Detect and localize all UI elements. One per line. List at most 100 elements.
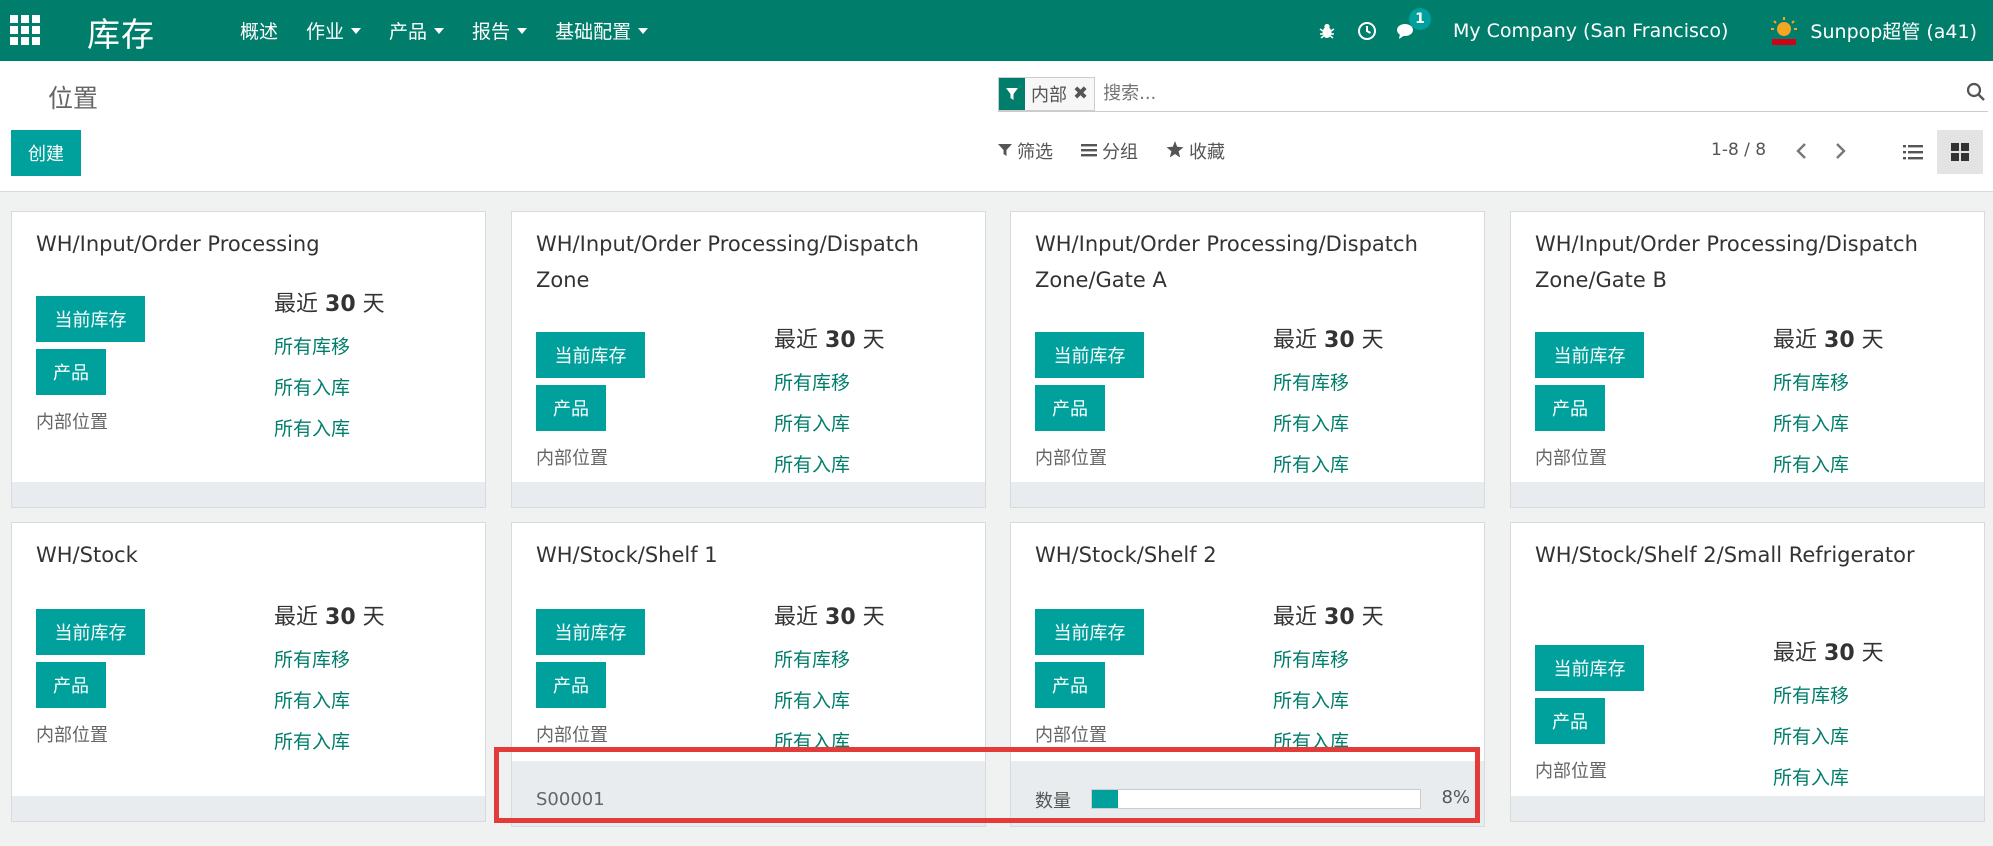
all-moves-link[interactable]: 所有库移 <box>1773 681 1849 708</box>
recent-days: 30 <box>825 605 856 630</box>
all-moves-link[interactable]: 所有库移 <box>774 368 850 395</box>
menu-operations[interactable]: 作业 <box>292 17 375 44</box>
pager-previous-icon[interactable] <box>1786 133 1816 169</box>
kanban-card[interactable]: WH/Stock 当前库存 产品 内部位置 最近 30 天 所有库移 所有入库 … <box>11 522 486 822</box>
menu-configuration-label: 基础配置 <box>555 21 632 43</box>
recent-prefix: 最近 <box>1273 328 1318 353</box>
recent-suffix: 天 <box>1361 605 1384 630</box>
kanban-card[interactable]: WH/Stock/Shelf 2 当前库存 产品 内部位置 最近 30 天 所有… <box>1010 522 1485 827</box>
current-stock-button[interactable]: 当前库存 <box>1035 332 1144 378</box>
filters-dropdown-button[interactable]: 筛选 <box>998 138 1053 164</box>
current-stock-button[interactable]: 当前库存 <box>1035 609 1144 655</box>
current-stock-button[interactable]: 当前库存 <box>536 609 645 655</box>
list-bars-icon <box>1081 142 1097 161</box>
all-moves-link[interactable]: 所有库移 <box>1273 368 1349 395</box>
kanban-card[interactable]: WH/Input/Order Processing/Dispatch Zone/… <box>1510 211 1985 508</box>
all-receipts-link[interactable]: 所有入库 <box>774 727 850 754</box>
main-menu: 概述 作业 产品 报告 基础配置 <box>226 0 662 61</box>
menu-configuration[interactable]: 基础配置 <box>541 17 662 44</box>
current-stock-button[interactable]: 当前库存 <box>36 296 145 342</box>
all-moves-link[interactable]: 所有库移 <box>1773 368 1849 395</box>
debug-bug-icon[interactable] <box>1307 0 1347 61</box>
current-stock-button[interactable]: 当前库存 <box>1535 332 1644 378</box>
all-moves-link[interactable]: 所有库移 <box>774 645 850 672</box>
recent-period-heading: 最近 30 天 <box>274 286 385 318</box>
kanban-card[interactable]: WH/Input/Order Processing/Dispatch Zone/… <box>1010 211 1485 508</box>
products-button[interactable]: 产品 <box>1535 385 1605 431</box>
all-receipts-link[interactable]: 所有入库 <box>1273 450 1349 477</box>
filter-funnel-icon <box>999 77 1025 110</box>
menu-reporting-label: 报告 <box>472 21 511 43</box>
all-receipts-link[interactable]: 所有入库 <box>274 686 350 713</box>
card-footer: S00001 <box>512 761 985 826</box>
all-receipts-link[interactable]: 所有入库 <box>1773 450 1849 477</box>
menu-reporting[interactable]: 报告 <box>458 17 541 44</box>
app-title: 库存 <box>87 15 155 54</box>
all-receipts-link[interactable]: 所有入库 <box>774 409 850 436</box>
apps-grid-icon[interactable] <box>10 15 40 45</box>
recent-suffix: 天 <box>1861 328 1884 353</box>
products-button[interactable]: 产品 <box>36 349 106 395</box>
kanban-card[interactable]: WH/Stock/Shelf 2/Small Refrigerator 当前库存… <box>1510 522 1985 822</box>
avatar <box>1768 15 1800 47</box>
all-receipts-link[interactable]: 所有入库 <box>274 414 350 441</box>
user-name: Sunpop超管 (a41) <box>1810 21 1977 43</box>
facet-remove-button[interactable]: ✖ <box>1071 78 1094 110</box>
kanban-card[interactable]: WH/Stock/Shelf 1 当前库存 产品 内部位置 最近 30 天 所有… <box>511 522 986 827</box>
kanban-view: WH/Input/Order Processing 当前库存 产品 内部位置 最… <box>0 193 1993 846</box>
all-receipts-link[interactable]: 所有入库 <box>274 373 350 400</box>
card-title: WH/Stock <box>36 543 138 567</box>
products-button[interactable]: 产品 <box>1535 698 1605 744</box>
products-button[interactable]: 产品 <box>36 662 106 708</box>
pager-value[interactable]: 1-8 / 8 <box>1711 140 1766 160</box>
filters-label: 筛选 <box>1017 142 1053 163</box>
favorites-dropdown-button[interactable]: 收藏 <box>1166 138 1225 164</box>
products-button[interactable]: 产品 <box>536 662 606 708</box>
current-stock-button[interactable]: 当前库存 <box>1535 645 1644 691</box>
menu-overview[interactable]: 概述 <box>226 17 292 44</box>
recent-period-heading: 最近 30 天 <box>1273 322 1384 354</box>
current-stock-button[interactable]: 当前库存 <box>536 332 645 378</box>
recent-period-heading: 最近 30 天 <box>774 322 885 354</box>
kanban-card[interactable]: WH/Input/Order Processing 当前库存 产品 内部位置 最… <box>11 211 486 508</box>
products-button[interactable]: 产品 <box>1035 662 1105 708</box>
search-input[interactable] <box>1103 83 1924 104</box>
all-receipts-link[interactable]: 所有入库 <box>774 450 850 477</box>
all-moves-link[interactable]: 所有库移 <box>274 645 350 672</box>
card-title: WH/Stock/Shelf 2/Small Refrigerator <box>1535 543 1915 567</box>
pager-next-icon[interactable] <box>1826 133 1856 169</box>
all-moves-link[interactable]: 所有库移 <box>274 332 350 359</box>
company-switcher[interactable]: My Company (San Francisco) <box>1453 20 1728 42</box>
card-footer <box>1011 482 1484 507</box>
all-receipts-link[interactable]: 所有入库 <box>1273 686 1349 713</box>
all-receipts-link[interactable]: 所有入库 <box>774 686 850 713</box>
all-moves-link[interactable]: 所有库移 <box>1273 645 1349 672</box>
card-title: WH/Input/Order Processing <box>36 232 320 256</box>
kanban-view-icon[interactable] <box>1937 130 1983 174</box>
recent-days: 30 <box>1324 328 1355 353</box>
menu-products[interactable]: 产品 <box>375 17 458 44</box>
current-stock-button[interactable]: 当前库存 <box>36 609 145 655</box>
group-by-label: 分组 <box>1102 142 1138 163</box>
user-menu[interactable]: Sunpop超管 (a41) <box>1768 15 1977 47</box>
sale-order-reference: S00001 <box>536 789 605 810</box>
recent-prefix: 最近 <box>1273 605 1318 630</box>
messages-chat-icon[interactable]: 1 <box>1387 0 1431 61</box>
search-icon[interactable] <box>1966 82 1988 104</box>
kanban-card[interactable]: WH/Input/Order Processing/Dispatch Zone … <box>511 211 986 508</box>
activity-clock-icon[interactable] <box>1347 0 1387 61</box>
all-receipts-link[interactable]: 所有入库 <box>1273 727 1349 754</box>
location-type-label: 内部位置 <box>36 412 108 433</box>
create-button[interactable]: 创建 <box>11 130 81 176</box>
products-button[interactable]: 产品 <box>1035 385 1105 431</box>
group-by-dropdown-button[interactable]: 分组 <box>1081 138 1138 164</box>
all-receipts-link[interactable]: 所有入库 <box>1773 409 1849 436</box>
all-receipts-link[interactable]: 所有入库 <box>1773 763 1849 790</box>
all-receipts-link[interactable]: 所有入库 <box>1773 722 1849 749</box>
all-receipts-link[interactable]: 所有入库 <box>274 727 350 754</box>
all-receipts-link[interactable]: 所有入库 <box>1273 409 1349 436</box>
star-icon <box>1166 140 1184 162</box>
list-view-icon[interactable] <box>1890 130 1936 174</box>
products-button[interactable]: 产品 <box>536 385 606 431</box>
filter-funnel-icon <box>998 142 1012 161</box>
